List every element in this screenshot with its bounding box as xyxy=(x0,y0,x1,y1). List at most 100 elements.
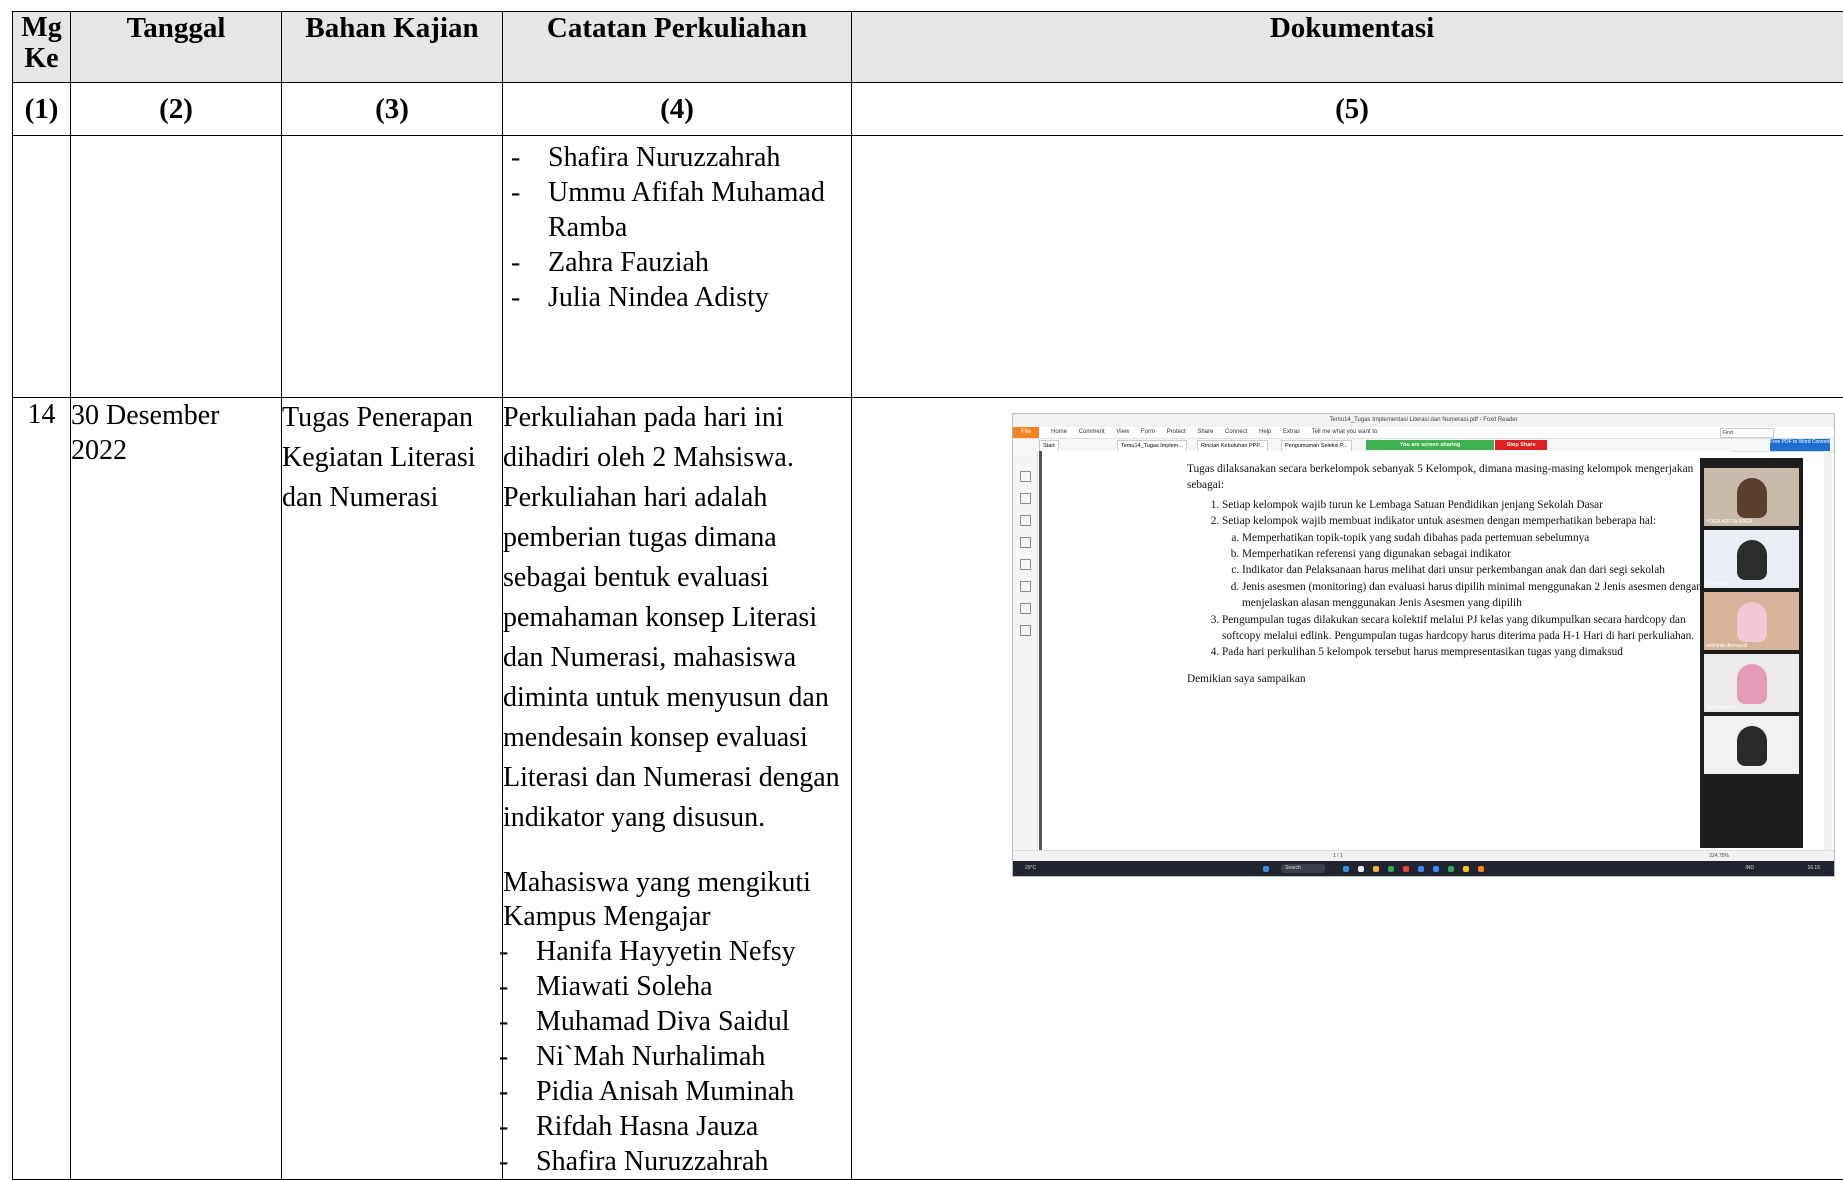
header-dokumentasi: Dokumentasi xyxy=(852,12,1843,83)
windows-icon xyxy=(1263,866,1269,872)
column-number: (4) xyxy=(503,83,852,136)
column-number: (5) xyxy=(852,83,1843,136)
lecture-notes: Perkuliahan pada hari ini dihadiri oleh … xyxy=(503,398,851,838)
video-tile: Sri Nabila xyxy=(1704,530,1799,588)
scrollbar xyxy=(1824,451,1832,850)
documentation-screenshot: Temu14_Tugas Implementasi Literasi dan N… xyxy=(1012,413,1835,877)
app-icon xyxy=(1463,866,1469,872)
participant-image xyxy=(1737,540,1767,580)
video-tile: Siti Humairoh xyxy=(1704,654,1799,712)
header-tanggal: Tanggal xyxy=(71,12,282,83)
comment-icon xyxy=(1020,537,1031,548)
taskbar: 29°C Search IND 16.15 xyxy=(1013,861,1834,876)
app-icon xyxy=(1433,866,1439,872)
window-title: Temu14_Tugas Implementasi Literasi dan N… xyxy=(1013,414,1834,427)
pdf-page: Tugas dilaksanakan secara berkelompok se… xyxy=(1039,451,1732,850)
header-catatan: Catatan Perkuliahan xyxy=(503,12,852,83)
pdf-subitem: Memperhatikan topik-topik yang sudah dib… xyxy=(1242,530,1707,546)
pdf-item-text: Setiap kelompok wajib membuat indikator … xyxy=(1222,515,1656,527)
participant-name: YOGA ADITIA RAGIL xyxy=(1706,519,1754,525)
student-name: Shafira Nuruzzahrah xyxy=(503,140,851,175)
cell-empty xyxy=(13,136,71,398)
cell-bahan-kajian: Tugas Penerapan Kegiatan Literasi dan Nu… xyxy=(282,398,503,1180)
page-icon xyxy=(1020,471,1031,482)
app-icon xyxy=(1373,866,1379,872)
student-name: Shafira Nuruzzahrah xyxy=(491,1144,851,1179)
menu-form: Form xyxy=(1141,429,1155,435)
app-icon xyxy=(1448,866,1454,872)
cell-empty xyxy=(282,136,503,398)
cell-dokumentasi xyxy=(852,136,1843,398)
video-participants-panel: YOGA ADITIA RAGIL Sri Nabila reishinta d… xyxy=(1700,458,1803,848)
pdf-subitem: Memperhatikan referensi yang digunakan s… xyxy=(1242,546,1707,562)
language-indicator: IND xyxy=(1745,861,1754,876)
student-name: Hanifa Hayyetin Nefsy xyxy=(491,934,851,969)
pdf-item: Pengumpulan tugas dilakukan secara kolek… xyxy=(1222,612,1707,645)
taskbar-search: Search xyxy=(1281,864,1325,873)
file-menu: File xyxy=(1013,427,1039,438)
app-icon xyxy=(1418,866,1424,872)
pdf-content: Tugas dilaksanakan secara berkelompok se… xyxy=(1187,461,1707,687)
promo-badge: Free PDF to Word Converter xyxy=(1770,439,1830,451)
column-number: (3) xyxy=(282,83,503,136)
video-tile: reishinta dismayati xyxy=(1704,592,1799,650)
pdf-closing: Demikian saya sampaikan xyxy=(1187,671,1707,687)
menu-comment: Comment xyxy=(1079,429,1105,435)
attachment-icon xyxy=(1020,559,1031,570)
weather-readout: 29°C xyxy=(1025,861,1036,876)
cell-mg-ke: 14 xyxy=(13,398,71,1180)
page-icon xyxy=(1020,493,1031,504)
page-icon xyxy=(1020,581,1031,592)
column-number: (1) xyxy=(13,83,71,136)
ribbon: File Home Comment View Form Protect Shar… xyxy=(1013,427,1834,439)
cell-empty xyxy=(71,136,282,398)
column-number: (2) xyxy=(71,83,282,136)
app-icon xyxy=(1403,866,1409,872)
menu-help: Help xyxy=(1259,429,1271,435)
app-icon xyxy=(1358,866,1364,872)
app-icon xyxy=(1343,866,1349,872)
student-name: Zahra Fauziah xyxy=(503,245,851,280)
video-tile: YOGA ADITIA RAGIL xyxy=(1704,468,1799,526)
pdf-item: Pada hari perkulihan 5 kelompok tersebut… xyxy=(1222,644,1707,660)
cell-catatan: Shafira Nuruzzahrah Ummu Afifah Muhamad … xyxy=(503,136,852,398)
pdf-item: Setiap kelompok wajib membuat indikator … xyxy=(1222,513,1707,611)
pdf-subitem: Indikator dan Pelaksanaan harus melihat … xyxy=(1242,562,1707,578)
participant-name: Sri Nabila xyxy=(1706,581,1728,587)
student-name: Julia Nindea Adisty xyxy=(503,280,851,315)
stop-share-button: Stop Share xyxy=(1495,440,1547,450)
student-name: Ummu Afifah Muhamad Ramba xyxy=(503,175,851,245)
student-name: Rifdah Hasna Jauza xyxy=(491,1109,851,1144)
cell-tanggal: 30 Desember 2022 xyxy=(71,398,282,1180)
student-name: Ni`Mah Nurhalimah xyxy=(491,1039,851,1074)
screen-sharing-banner: You are screen sharing xyxy=(1366,440,1494,450)
pdf-item: Setiap kelompok wajib turun ke Lembaga S… xyxy=(1222,497,1707,513)
navigation-panel xyxy=(1013,451,1038,850)
app-icon xyxy=(1388,866,1394,872)
header-bahan-kajian: Bahan Kajian xyxy=(282,12,503,83)
page-icon xyxy=(1020,515,1031,526)
student-name: Muhamad Diva Saidul xyxy=(491,1004,851,1039)
header-mg-ke: Mg Ke xyxy=(13,12,71,83)
video-tile xyxy=(1704,716,1799,774)
menu-protect: Protect xyxy=(1167,429,1186,435)
participant-image xyxy=(1737,664,1767,704)
menu-tell-me: Tell me what you want to xyxy=(1312,429,1378,435)
student-name: Pidia Anisah Muminah xyxy=(491,1074,851,1109)
ribbon-menu: Home Comment View Form Protect Share Con… xyxy=(1051,427,1387,438)
student-name: Miawati Soleha xyxy=(491,969,851,1004)
table-row: Shafira Nuruzzahrah Ummu Afifah Muhamad … xyxy=(13,136,1843,398)
pdf-intro: Tugas dilaksanakan secara berkelompok se… xyxy=(1187,461,1707,494)
menu-share: Share xyxy=(1197,429,1213,435)
find-field: Find xyxy=(1720,428,1774,438)
participant-image xyxy=(1737,602,1767,642)
menu-view: View xyxy=(1116,429,1129,435)
menu-connect: Connect xyxy=(1225,429,1247,435)
menu-extras: Extras xyxy=(1283,429,1300,435)
participant-name: reishinta dismayati xyxy=(1706,643,1747,649)
students-heading: Mahasiswa yang mengikuti Kampus Mengajar xyxy=(503,866,851,934)
pdf-subitem: Jenis asesmen (monitoring) dan evaluasi … xyxy=(1242,579,1707,612)
tool-icon xyxy=(1020,625,1031,636)
app-icon xyxy=(1478,866,1484,872)
participant-image xyxy=(1737,726,1767,766)
